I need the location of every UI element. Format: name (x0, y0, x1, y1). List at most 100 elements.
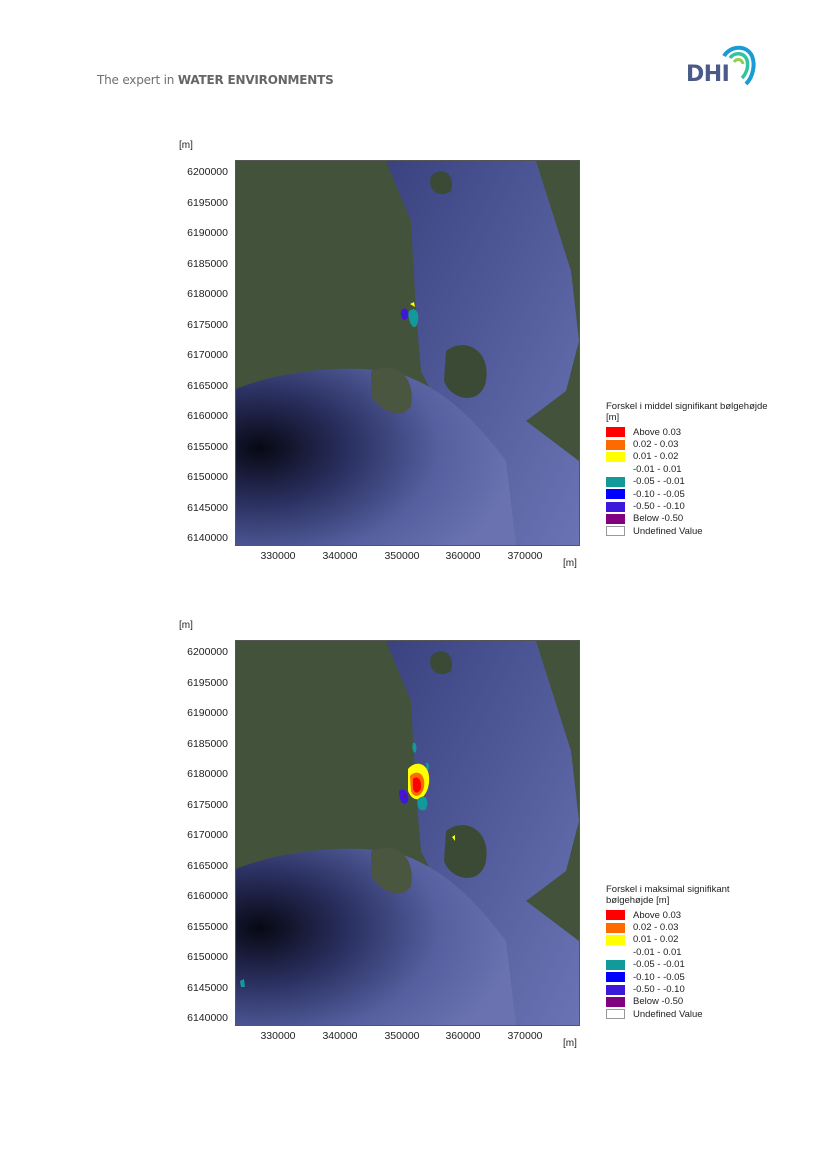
legend-label: Above 0.03 (633, 909, 682, 921)
legend-item: -0.01 - 0.01 (606, 463, 776, 475)
y-tick: 6170000 (187, 349, 228, 361)
legend-item: -0.10 - -0.05 (606, 488, 776, 500)
legend-swatch (606, 947, 625, 958)
y-tick: 6155000 (187, 921, 228, 933)
satellite-map-image (236, 161, 579, 545)
legend-label: Undefined Value (633, 525, 703, 537)
x-tick: 330000 (260, 550, 296, 562)
legend-label: -0.10 - -0.05 (633, 488, 685, 500)
legend-item: -0.50 - -0.10 (606, 500, 776, 512)
legend-label: 0.01 - 0.02 (633, 934, 679, 946)
legend-swatch (606, 464, 625, 475)
legend-swatch (606, 526, 625, 537)
y-tick: 6190000 (187, 707, 228, 719)
y-tick: 6200000 (187, 646, 228, 658)
y-tick: 6170000 (187, 829, 228, 841)
y-tick: 6140000 (187, 1012, 228, 1024)
x-tick: 340000 (322, 550, 358, 562)
y-axis-unit: [m] (179, 140, 193, 151)
tagline-prefix: The expert in (97, 73, 178, 87)
x-tick: 370000 (507, 550, 543, 562)
y-tick: 6175000 (187, 799, 228, 811)
legend-item: 0.02 - 0.03 (606, 921, 736, 933)
y-tick: 6200000 (187, 166, 228, 178)
map-plot (235, 160, 580, 546)
y-tick: 6160000 (187, 410, 228, 422)
legend-label: Below -0.50 (633, 513, 684, 525)
legend-label: Undefined Value (633, 1008, 703, 1020)
legend-label: -0.10 - -0.05 (633, 971, 685, 983)
legend-item: Above 0.03 (606, 909, 736, 921)
tagline-bold: WATER ENVIRONMENTS (177, 73, 334, 87)
x-tick: 360000 (445, 1030, 481, 1042)
legend-item: Undefined Value (606, 525, 776, 537)
legend-label: -0.05 - -0.01 (633, 959, 685, 971)
legend-item: Undefined Value (606, 1008, 736, 1020)
legend-swatch (606, 934, 625, 945)
y-tick: 6160000 (187, 890, 228, 902)
legend-label: Below -0.50 (633, 996, 684, 1008)
x-axis-unit: [m] (563, 1038, 577, 1049)
legend-item: 0.01 - 0.02 (606, 934, 736, 946)
legend-label: -0.01 - 0.01 (633, 463, 682, 475)
y-tick: 6140000 (187, 532, 228, 544)
y-axis-unit: [m] (179, 620, 193, 631)
legend-swatch (606, 427, 625, 438)
y-tick: 6185000 (187, 738, 228, 750)
legend-title: Forskel i middel signifikant bølgehøjde … (606, 401, 768, 423)
y-tick: 6180000 (187, 768, 228, 780)
y-tick: 6150000 (187, 951, 228, 963)
figure-mean-wave-height: [m] 6200000 6195000 6190000 6185000 6180… (0, 138, 827, 598)
x-tick: 350000 (384, 550, 420, 562)
legend-swatch (606, 476, 625, 487)
legend-swatch (606, 922, 625, 933)
legend-item: Below -0.50 (606, 513, 776, 525)
legend-label: 0.01 - 0.02 (633, 451, 679, 463)
legend-swatch (606, 501, 625, 512)
legend-item: -0.10 - -0.05 (606, 971, 736, 983)
legend: Forskel i maksimal signifikant bølgehøjd… (606, 884, 736, 1021)
legend-swatch (606, 489, 625, 500)
legend-swatch (606, 439, 625, 450)
legend-swatch (606, 910, 625, 921)
dhi-logo: DHI (686, 42, 758, 88)
legend-item: 0.02 - 0.03 (606, 438, 776, 450)
dhi-logo-text: DHI (686, 62, 730, 87)
y-tick: 6190000 (187, 227, 228, 239)
x-tick: 330000 (260, 1030, 296, 1042)
y-tick: 6150000 (187, 471, 228, 483)
legend-swatch (606, 1009, 625, 1020)
legend-title: Forskel i maksimal signifikant bølgehøjd… (606, 884, 730, 906)
figure-max-wave-height: [m] 6200000 6195000 6190000 6185000 6180… (0, 618, 827, 1078)
y-tick: 6175000 (187, 319, 228, 331)
legend-swatch (606, 513, 625, 524)
x-axis-unit: [m] (563, 558, 577, 569)
legend-item: -0.01 - 0.01 (606, 946, 736, 958)
legend-label: -0.50 - -0.10 (633, 984, 685, 996)
legend-item: -0.05 - -0.01 (606, 476, 776, 488)
legend-label: 0.02 - 0.03 (633, 922, 679, 934)
x-tick: 350000 (384, 1030, 420, 1042)
y-tick: 6195000 (187, 197, 228, 209)
legend-swatch (606, 959, 625, 970)
map-plot (235, 640, 580, 1026)
legend-label: 0.02 - 0.03 (633, 439, 679, 451)
legend-label: -0.50 - -0.10 (633, 501, 685, 513)
y-tick: 6155000 (187, 441, 228, 453)
y-tick: 6145000 (187, 502, 228, 514)
y-tick: 6195000 (187, 677, 228, 689)
legend-item: Below -0.50 (606, 996, 736, 1008)
y-tick: 6185000 (187, 258, 228, 270)
x-tick: 370000 (507, 1030, 543, 1042)
legend-label: -0.01 - 0.01 (633, 946, 682, 958)
legend-item: Above 0.03 (606, 426, 776, 438)
header-tagline: The expert in WATER ENVIRONMENTS (97, 73, 334, 87)
legend-swatch (606, 451, 625, 462)
legend-item: -0.05 - -0.01 (606, 959, 736, 971)
satellite-map-image (236, 641, 579, 1025)
y-tick: 6165000 (187, 380, 228, 392)
legend-swatch (606, 996, 625, 1007)
legend-item: -0.50 - -0.10 (606, 983, 736, 995)
x-tick: 360000 (445, 550, 481, 562)
y-tick: 6180000 (187, 288, 228, 300)
